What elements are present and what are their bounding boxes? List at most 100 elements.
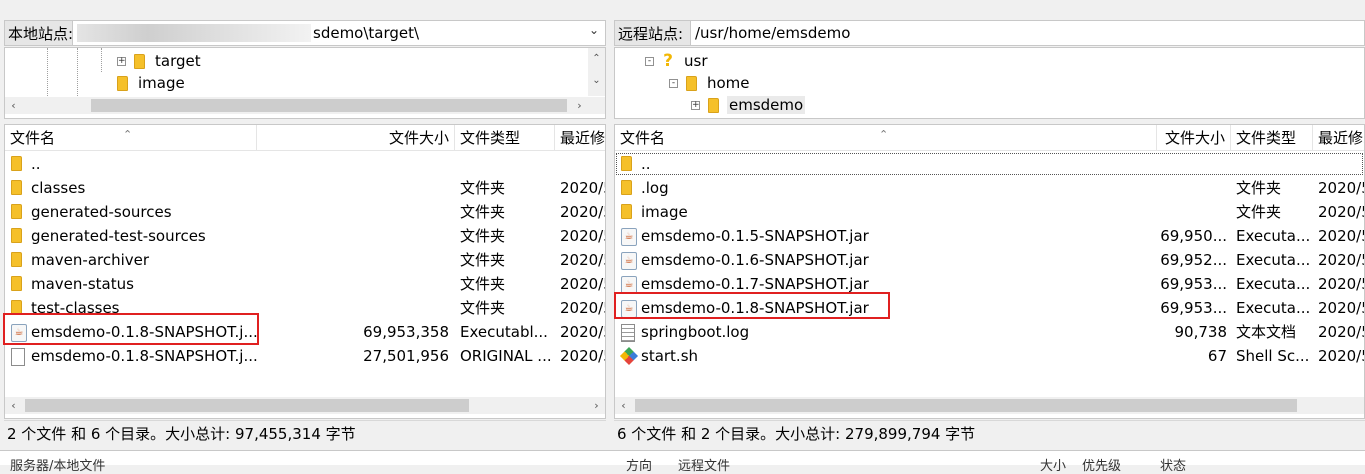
column-header-modified[interactable]: 最近修改 xyxy=(1313,125,1364,151)
file-row[interactable]: ☕ emsdemo-0.1.7-SNAPSHOT.jar 69,953... Exec… xyxy=(615,272,1364,296)
column-header-type[interactable]: 文件类型 xyxy=(455,125,555,151)
file-type: 文件夹 xyxy=(460,227,506,245)
file-row[interactable]: .. xyxy=(615,152,1364,176)
file-size xyxy=(1157,200,1227,224)
folder-icon xyxy=(11,204,22,219)
remote-file-list[interactable]: 文件名 ⌃ 文件大小 文件类型 最近修改 ...log文件夹2020/5imag… xyxy=(614,124,1365,419)
column-header-size[interactable]: 文件大小 xyxy=(257,125,455,151)
file-modified: 2020/5 xyxy=(1318,347,1364,365)
column-header-modified[interactable]: 最近修 xyxy=(555,125,605,151)
file-type xyxy=(460,152,552,176)
file-row[interactable]: ☕ emsdemo-0.1.6-SNAPSHOT.jar 69,952... Exec… xyxy=(615,248,1364,272)
file-type: 文件夹 xyxy=(1236,203,1282,221)
local-file-list[interactable]: 文件名 ⌃ 文件大小 文件类型 最近修 ..classes文件夹2020/5ge… xyxy=(4,124,606,419)
file-name: emsdemo-0.1.8-SNAPSHOT.j... xyxy=(31,323,257,341)
column-header-label: 文件名 xyxy=(10,129,56,147)
file-size xyxy=(257,248,449,272)
list-horizontal-scrollbar[interactable]: ‹ xyxy=(615,397,1364,414)
file-type: 文件夹 xyxy=(1236,179,1282,197)
collapse-icon[interactable]: - xyxy=(669,78,678,88)
file-type: 文件夹 xyxy=(460,203,506,221)
file-row[interactable]: .log 文件夹 2020/5 xyxy=(615,176,1364,200)
file-type: 文件夹 xyxy=(460,299,506,317)
column-header-size[interactable]: 文件大小 xyxy=(1157,125,1231,151)
column-header-type[interactable]: 文件类型 xyxy=(1231,125,1313,151)
folder-icon xyxy=(117,75,128,91)
file-row[interactable]: maven-status 文件夹 2020/5 xyxy=(5,272,605,296)
file-modified: 2020/5 xyxy=(1318,299,1364,317)
file-row[interactable]: ☕ emsdemo-0.1.5-SNAPSHOT.jar 69,950... Exec… xyxy=(615,224,1364,248)
local-status-bar: 2 个文件 和 6 个目录。大小总计: 97,455,314 字节 xyxy=(4,420,606,446)
file-row[interactable]: maven-archiver 文件夹 2020/5 xyxy=(5,248,605,272)
tree-node-label: emsdemo xyxy=(727,96,806,114)
folder-icon xyxy=(11,252,22,267)
collapse-icon[interactable]: - xyxy=(645,56,654,66)
file-row[interactable]: emsdemo-0.1.8-SNAPSHOT.j... 27,501,956 ORI… xyxy=(5,344,605,368)
tree-horizontal-scrollbar[interactable]: ‹ › xyxy=(5,97,605,114)
file-row[interactable]: springboot.log 90,738 文本文档 2020/5 xyxy=(615,320,1364,344)
file-type: 文本文档 xyxy=(1236,323,1297,341)
expand-icon[interactable]: + xyxy=(691,100,700,110)
file-size xyxy=(1157,152,1227,176)
tree-vertical-scrollbar[interactable]: ⌃ ⌄ xyxy=(588,48,605,96)
file-row[interactable]: ☕ emsdemo-0.1.8-SNAPSHOT.jar 69,953... Exec… xyxy=(615,296,1364,320)
sort-ascending-icon: ⌃ xyxy=(879,128,889,141)
scroll-right-icon[interactable]: › xyxy=(571,99,588,112)
file-size xyxy=(257,200,449,224)
scroll-thumb[interactable] xyxy=(91,99,567,112)
file-type: Shell Sc... xyxy=(1236,347,1310,365)
file-name: maven-archiver xyxy=(31,251,150,269)
file-row[interactable]: classes 文件夹 2020/5 xyxy=(5,176,605,200)
scroll-left-icon[interactable]: ‹ xyxy=(5,399,22,412)
file-type: 文件夹 xyxy=(460,179,506,197)
scroll-down-icon[interactable]: ⌄ xyxy=(588,70,605,92)
file-size xyxy=(257,152,449,176)
file-row[interactable]: .. xyxy=(5,152,605,176)
file-name: emsdemo-0.1.6-SNAPSHOT.jar xyxy=(641,251,869,269)
file-row[interactable]: image 文件夹 2020/5 xyxy=(615,200,1364,224)
expand-icon[interactable]: + xyxy=(117,56,126,66)
file-size: 27,501,956 xyxy=(363,347,449,365)
file-type: 文件夹 xyxy=(460,275,506,293)
remote-directory-tree[interactable]: - ? usr - home + emsdemo xyxy=(614,47,1365,119)
column-header-name[interactable]: 文件名 ⌃ xyxy=(5,125,257,151)
remote-path-input[interactable]: /usr/home/emsdemo xyxy=(690,20,1365,46)
list-horizontal-scrollbar[interactable]: ‹ › xyxy=(5,397,605,414)
file-size xyxy=(257,296,449,320)
tree-node-home[interactable]: - home xyxy=(669,72,750,94)
local-directory-tree[interactable]: + target image ⌃ ⌄ ‹ › xyxy=(4,47,606,119)
file-row[interactable]: ☕ emsdemo-0.1.8-SNAPSHOT.j... 69,953,358 Ex… xyxy=(5,320,605,344)
tree-node-target[interactable]: + target xyxy=(117,50,201,72)
file-size: 69,952... xyxy=(1160,251,1227,269)
scroll-left-icon[interactable]: ‹ xyxy=(615,399,632,412)
file-name: emsdemo-0.1.8-SNAPSHOT.jar xyxy=(641,299,869,317)
file-row[interactable]: start.sh 67 Shell Sc... 2020/5 xyxy=(615,344,1364,368)
file-row[interactable]: test-classes 文件夹 2020/5 xyxy=(5,296,605,320)
scroll-right-icon[interactable]: › xyxy=(588,399,605,412)
local-path-text: sdemo\target\ xyxy=(313,24,420,42)
file-name: .. xyxy=(31,155,41,173)
file-modified: 2020/5 xyxy=(560,299,605,317)
column-header-name[interactable]: 文件名 ⌃ xyxy=(615,125,1157,151)
scroll-left-icon[interactable]: ‹ xyxy=(5,99,22,112)
scroll-thumb[interactable] xyxy=(635,399,1297,412)
chevron-down-icon[interactable]: ⌄ xyxy=(589,23,599,37)
transfer-queue-header: 服务器/本地文件 方向 远程文件 大小 优先级 状态 xyxy=(0,450,1365,474)
file-row[interactable]: generated-sources 文件夹 2020/5 xyxy=(5,200,605,224)
file-size xyxy=(257,224,449,248)
tree-node-usr[interactable]: - ? usr xyxy=(645,50,708,72)
file-name: start.sh xyxy=(641,347,699,365)
tree-node-image[interactable]: image xyxy=(117,72,185,94)
tree-node-emsdemo[interactable]: + emsdemo xyxy=(691,94,806,116)
folder-icon xyxy=(11,276,22,291)
file-type: 文件夹 xyxy=(460,251,506,269)
file-row[interactable]: generated-test-sources 文件夹 2020/5 xyxy=(5,224,605,248)
scroll-thumb[interactable] xyxy=(25,399,469,412)
folder-icon xyxy=(686,75,697,91)
local-path-input[interactable]: sdemo\target\ ⌄ xyxy=(72,20,606,46)
file-name: test-classes xyxy=(31,299,120,317)
file-modified: 2020/5 xyxy=(1318,275,1364,293)
file-type: Executa... xyxy=(1236,227,1311,245)
tree-node-label: image xyxy=(138,74,185,92)
scroll-up-icon[interactable]: ⌃ xyxy=(588,48,605,70)
